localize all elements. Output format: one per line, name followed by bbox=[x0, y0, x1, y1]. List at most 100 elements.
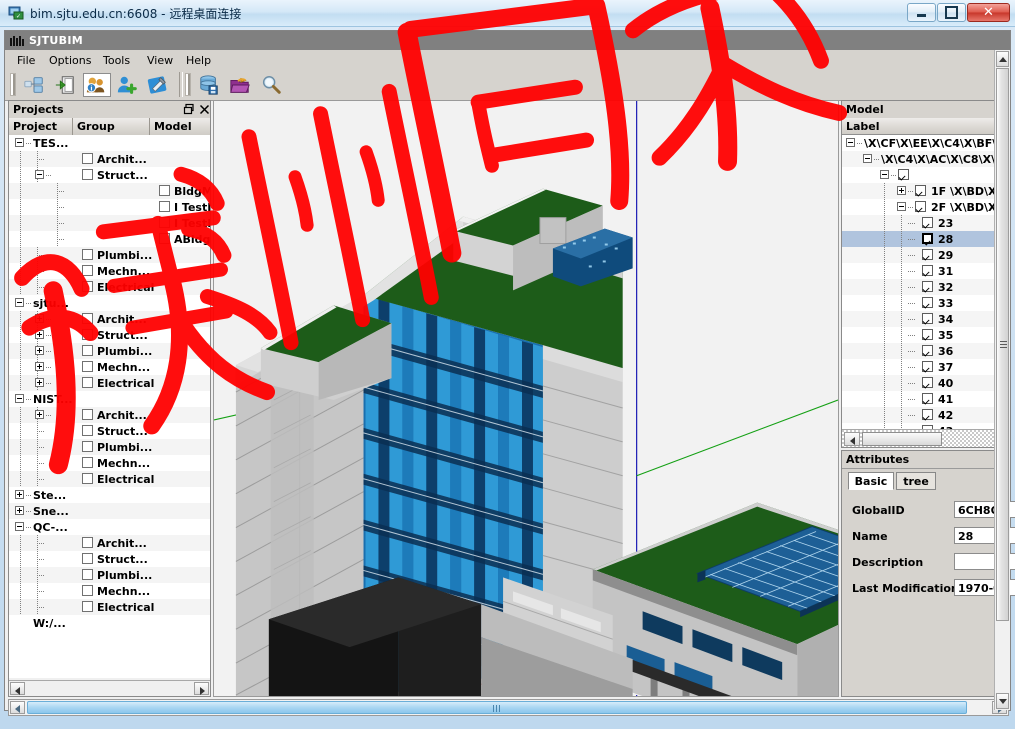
model-tree-row[interactable]: 33 bbox=[842, 295, 1008, 311]
tree-checkbox[interactable] bbox=[82, 281, 93, 292]
projects-tree-row[interactable]: QC-... bbox=[9, 519, 210, 535]
projects-tree-row[interactable]: Archit... bbox=[9, 407, 210, 423]
tree-expand-icon[interactable] bbox=[15, 490, 24, 499]
tree-expand-icon[interactable] bbox=[35, 346, 44, 355]
network-icon-button[interactable] bbox=[21, 73, 49, 97]
projects-tree-row[interactable]: Mechn... bbox=[9, 263, 210, 279]
tree-checkbox[interactable] bbox=[82, 409, 93, 420]
projects-tree-row[interactable]: Plumbi... bbox=[9, 439, 210, 455]
tree-checkbox[interactable] bbox=[82, 345, 93, 356]
model-tree-row[interactable]: 23 bbox=[842, 215, 1008, 231]
projects-tree-row[interactable]: I TestB. bbox=[9, 199, 210, 215]
projects-tree-row[interactable]: Sne... bbox=[9, 503, 210, 519]
tree-checkbox[interactable] bbox=[82, 153, 93, 164]
tree-collapse-icon[interactable] bbox=[15, 298, 24, 307]
projects-tree-row[interactable]: Archit... bbox=[9, 311, 210, 327]
model-scroll-thumb[interactable] bbox=[862, 432, 942, 446]
tree-expand-icon[interactable] bbox=[897, 186, 906, 195]
hscroll-left-button[interactable] bbox=[10, 701, 25, 714]
toolbar-grip-2[interactable] bbox=[185, 73, 191, 96]
projects-tree-row[interactable]: Plumbi... bbox=[9, 343, 210, 359]
menu-file[interactable]: File bbox=[13, 53, 39, 68]
model-tree-row[interactable]: 32 bbox=[842, 279, 1008, 295]
model-checkbox[interactable] bbox=[898, 169, 909, 180]
model-tree-row[interactable]: 1F \X\BD\X bbox=[842, 183, 1008, 199]
projects-tree-row[interactable]: Electrical bbox=[9, 279, 210, 295]
vscroll-up-button[interactable] bbox=[996, 51, 1009, 67]
tree-collapse-icon[interactable] bbox=[863, 154, 872, 163]
projects-tree-row[interactable]: NIST... bbox=[9, 391, 210, 407]
projects-tree-row[interactable]: Struct... bbox=[9, 551, 210, 567]
model-tree-row[interactable]: 28 bbox=[842, 231, 1008, 247]
model-checkbox[interactable] bbox=[922, 297, 933, 308]
close-button[interactable]: ✕ bbox=[967, 3, 1010, 22]
add-user-icon-button[interactable] bbox=[114, 73, 142, 97]
model-checkbox[interactable] bbox=[922, 345, 933, 356]
model-scroll-left-button[interactable] bbox=[844, 432, 860, 446]
tree-collapse-icon[interactable] bbox=[846, 138, 855, 147]
undock-icon[interactable] bbox=[183, 103, 196, 116]
model-checkbox[interactable] bbox=[922, 217, 933, 228]
minimize-button[interactable] bbox=[907, 3, 936, 22]
model-tree-row[interactable]: \X\CF\X\EE\X\C4\X\BF\X\B1 bbox=[842, 135, 1008, 151]
tree-checkbox[interactable] bbox=[82, 377, 93, 388]
projects-tree-row[interactable]: Plumbi... bbox=[9, 247, 210, 263]
tree-collapse-icon[interactable] bbox=[897, 202, 906, 211]
tree-checkbox[interactable] bbox=[82, 473, 93, 484]
tree-checkbox[interactable] bbox=[82, 313, 93, 324]
tree-checkbox[interactable] bbox=[82, 537, 93, 548]
export-door-icon-button[interactable] bbox=[52, 73, 80, 97]
projects-tree-row[interactable]: Electrical bbox=[9, 599, 210, 615]
projects-tree-row[interactable]: Electrical bbox=[9, 375, 210, 391]
model-tree[interactable]: \X\CF\X\EE\X\C4\X\BF\X\B1\X\C4\X\AC\X\C8… bbox=[842, 135, 1008, 430]
hscroll-thumb[interactable] bbox=[27, 701, 967, 714]
model-tree-row[interactable] bbox=[842, 167, 1008, 183]
model-checkbox[interactable] bbox=[922, 313, 933, 324]
projects-tree-row[interactable]: W:/... bbox=[9, 615, 210, 631]
projects-tree[interactable]: TES...Archit...Struct...BldgM...I TestB.… bbox=[9, 135, 210, 678]
tree-checkbox[interactable] bbox=[82, 169, 93, 180]
projects-hscrollbar[interactable] bbox=[9, 680, 210, 696]
menu-help[interactable]: Help bbox=[182, 53, 215, 68]
projects-tree-row[interactable]: sjtu... bbox=[9, 295, 210, 311]
tree-expand-icon[interactable] bbox=[35, 330, 44, 339]
tree-collapse-icon[interactable] bbox=[15, 394, 24, 403]
vscroll-down-button[interactable] bbox=[996, 693, 1009, 709]
app-horizontal-scrollbar[interactable] bbox=[8, 699, 1009, 716]
tree-expand-icon[interactable] bbox=[35, 410, 44, 419]
tree-checkbox[interactable] bbox=[82, 441, 93, 452]
projects-tree-row[interactable]: Struct... bbox=[9, 167, 210, 183]
model-tree-row[interactable]: 34 bbox=[842, 311, 1008, 327]
menu-tools[interactable]: Tools bbox=[99, 53, 134, 68]
tree-checkbox[interactable] bbox=[82, 457, 93, 468]
close-icon[interactable] bbox=[198, 103, 211, 116]
model-tree-row[interactable]: 35 bbox=[842, 327, 1008, 343]
model-checkbox[interactable] bbox=[915, 201, 926, 212]
model-checkbox[interactable] bbox=[922, 265, 933, 276]
model-tree-row[interactable]: 41 bbox=[842, 391, 1008, 407]
tree-checkbox[interactable] bbox=[82, 329, 93, 340]
folder-open-icon-button[interactable] bbox=[227, 73, 255, 97]
tree-collapse-icon[interactable] bbox=[15, 522, 24, 531]
column-header-project[interactable]: Project bbox=[9, 118, 73, 135]
model-hscrollbar[interactable] bbox=[842, 429, 1008, 447]
model-checkbox[interactable] bbox=[922, 409, 933, 420]
projects-tree-row[interactable]: Mechn... bbox=[9, 583, 210, 599]
model-tree-row[interactable]: 42 bbox=[842, 407, 1008, 423]
model-checkbox[interactable] bbox=[922, 281, 933, 292]
tree-checkbox[interactable] bbox=[82, 265, 93, 276]
model-tree-row[interactable]: 29 bbox=[842, 247, 1008, 263]
tree-checkbox[interactable] bbox=[159, 233, 170, 244]
vscroll-thumb[interactable] bbox=[996, 68, 1009, 621]
maximize-button[interactable] bbox=[937, 3, 966, 22]
app-vertical-scrollbar[interactable] bbox=[994, 50, 1010, 710]
model-tree-row[interactable]: 40 bbox=[842, 375, 1008, 391]
model-tree-row[interactable]: 36 bbox=[842, 343, 1008, 359]
tab-tree[interactable]: tree bbox=[896, 472, 936, 490]
projects-tree-row[interactable]: Mechn... bbox=[9, 359, 210, 375]
database-save-icon-button[interactable] bbox=[196, 73, 224, 97]
model-checkbox[interactable] bbox=[922, 393, 933, 404]
tree-collapse-icon[interactable] bbox=[35, 170, 44, 179]
tree-collapse-icon[interactable] bbox=[880, 170, 889, 179]
projects-tree-row[interactable]: Electrical bbox=[9, 471, 210, 487]
